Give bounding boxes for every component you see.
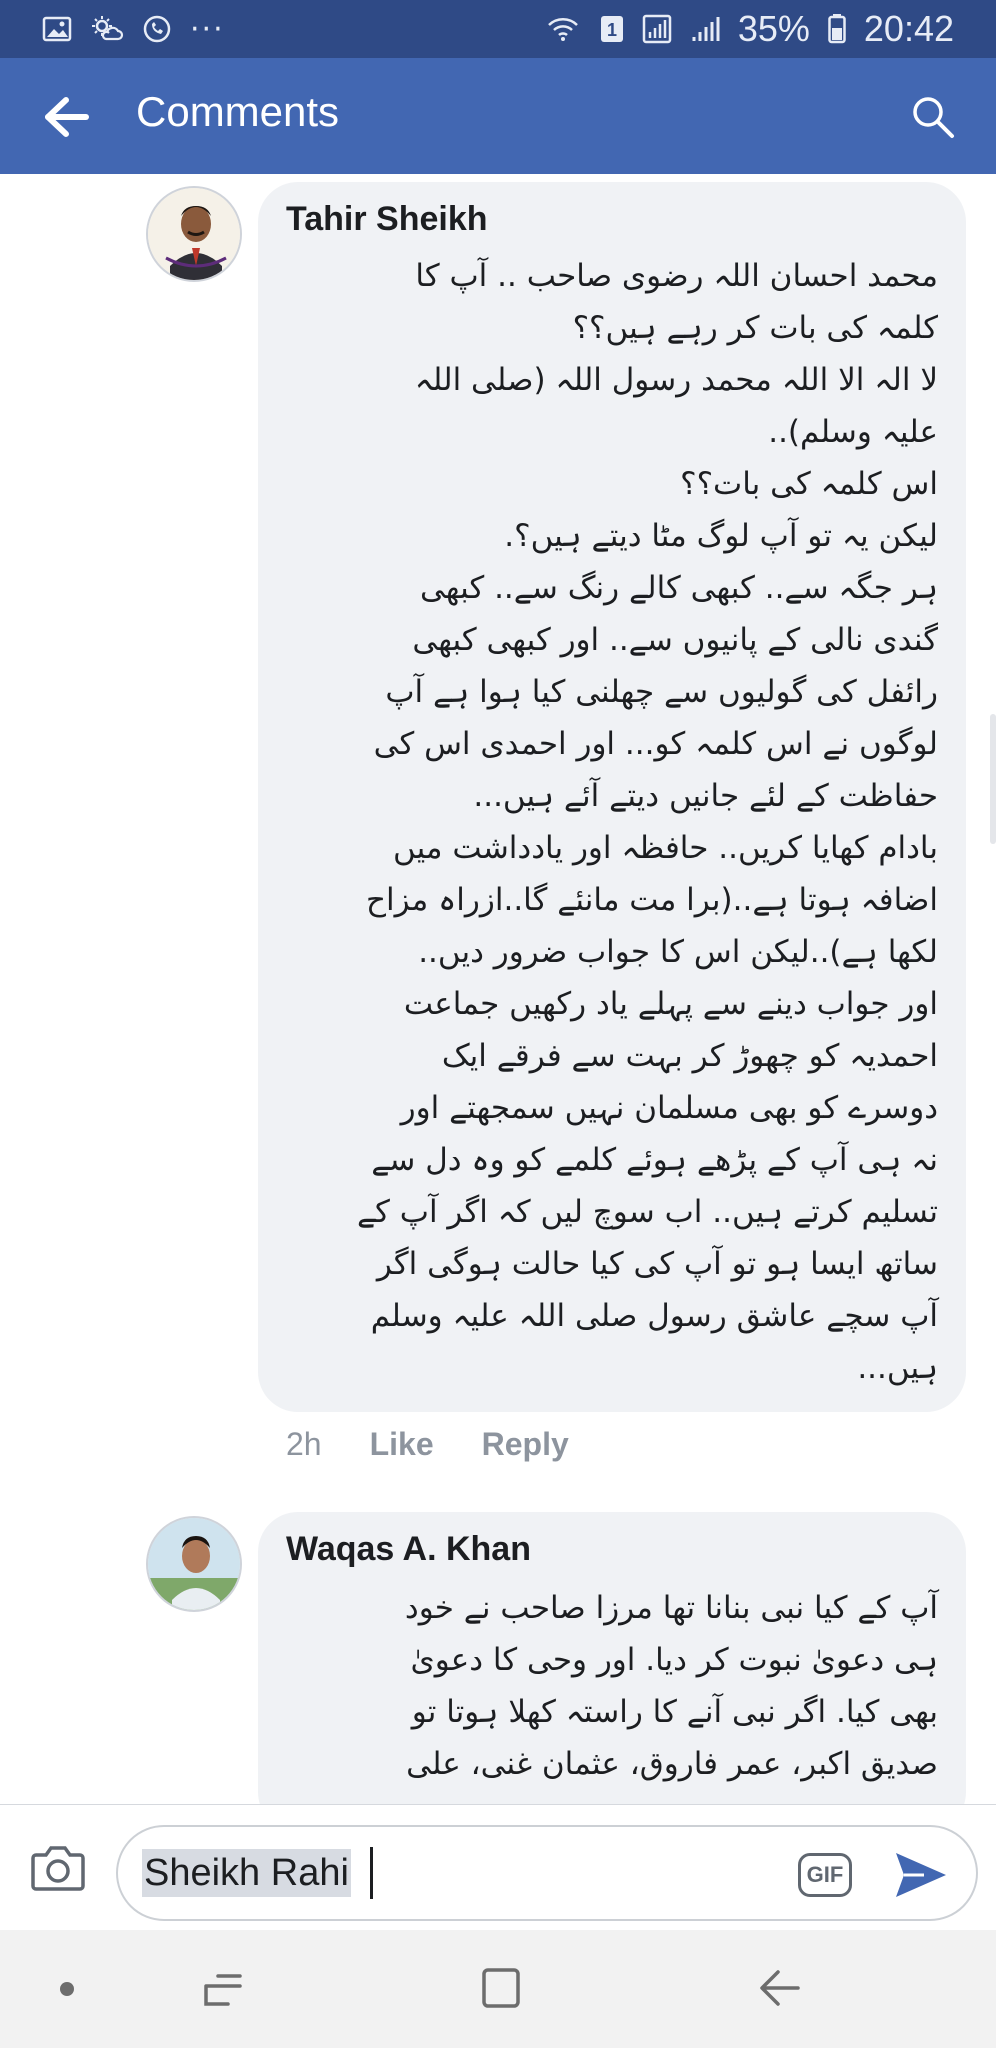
comments-list[interactable]: Tahir Sheikh محمد احسان اللہ رضوی صاحب .… [0,174,996,1804]
status-bar-right: 1 35% 20:42 [546,8,954,50]
comment-actions: 2h Like Reply [286,1426,569,1463]
gallery-icon [42,16,72,42]
status-bar: ··· 1 35% 20:42 [0,0,996,58]
app-bar: Comments [0,58,996,174]
comment-bubble[interactable]: Tahir Sheikh محمد احسان اللہ رضوی صاحب .… [258,182,966,1412]
comment-text: آپ کے کیا نبی بنانا تھا مرزا صاحب نے خود… [404,1590,938,1782]
battery-icon [828,14,846,44]
wifi-call-icon [546,15,582,43]
avatar-waqas-a-khan[interactable] [146,1516,242,1612]
like-button[interactable]: Like [370,1426,434,1463]
back-arrow-icon[interactable] [44,96,90,138]
text-cursor [370,1847,373,1899]
signal-strength-icon [690,15,720,43]
camera-icon[interactable] [30,1843,86,1893]
comment-input[interactable]: Sheikh Rahi GIF [116,1825,978,1921]
status-bar-left: ··· [42,12,225,47]
weather-icon [90,15,124,43]
more-notifications-indicator: ··· [190,11,225,47]
comment-author[interactable]: Tahir Sheikh [286,200,488,239]
gif-button[interactable]: GIF [798,1853,852,1897]
system-back-icon[interactable] [758,1966,802,2010]
comment-input-text[interactable]: Sheikh Rahi [142,1849,351,1897]
clock: 20:42 [863,8,954,49]
comment-author[interactable]: Waqas A. Khan [286,1530,531,1569]
search-icon[interactable] [910,94,956,140]
sim-badge-number: 1 [607,20,617,40]
send-icon[interactable] [892,1849,948,1901]
system-nav-bar [0,1930,996,2048]
sim-badge-icon: 1 [600,15,624,43]
whatsapp-icon [142,14,172,44]
comment-bubble[interactable]: Waqas A. Khan آپ کے کیا نبی بنانا تھا مر… [258,1512,966,1804]
comment-text: محمد احسان اللہ رضوی صاحب .. آپ کا کلمہ … [356,258,938,1386]
signal-box-icon [642,14,672,44]
nav-dot-icon[interactable] [60,1982,74,1996]
battery-percent: 35% [737,8,810,49]
comment-composer: Sheikh Rahi GIF [0,1804,996,1931]
reply-button[interactable]: Reply [482,1426,569,1463]
comment-time: 2h [286,1426,322,1462]
avatar-tahir-sheikh[interactable] [146,186,242,282]
page-title: Comments [136,88,340,135]
home-icon[interactable] [480,1966,522,2010]
recent-apps-icon[interactable] [202,1970,244,2010]
scrollbar[interactable] [990,714,996,844]
